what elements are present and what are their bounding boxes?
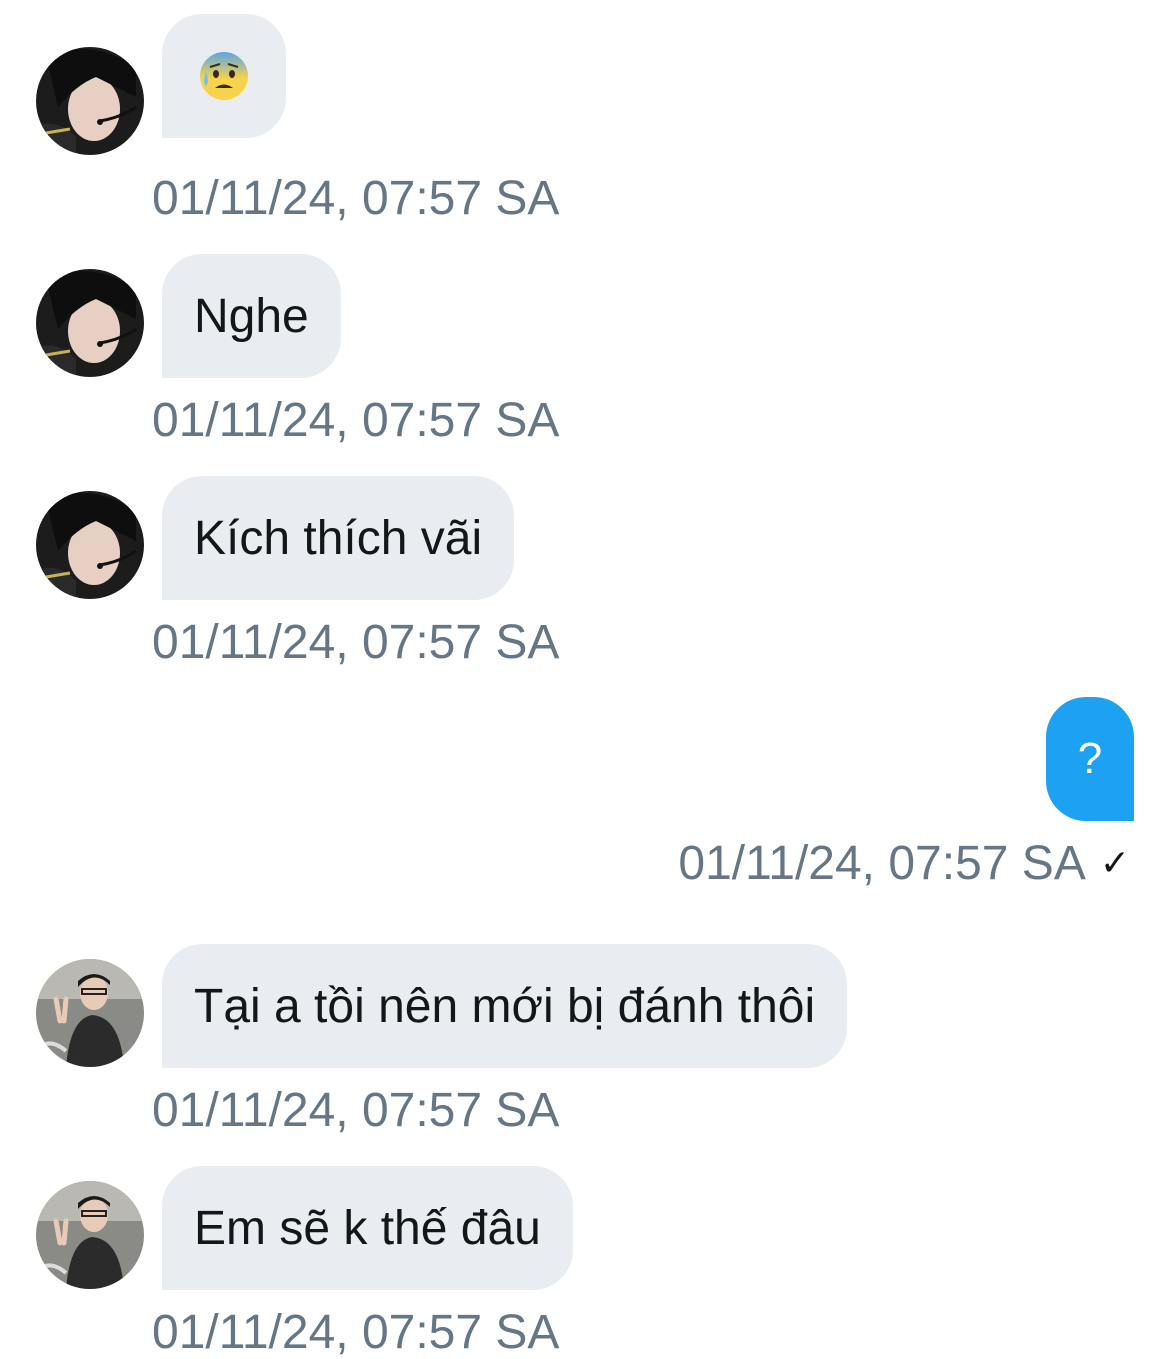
message-timestamp: 01/11/24, 07:57 SA: [152, 1084, 560, 1137]
message-text: Em sẽ k thế đâu: [194, 1201, 541, 1255]
message-timestamp: 01/11/24, 07:57 SA: [152, 172, 560, 225]
message-text: Kích thích vãi: [194, 511, 483, 565]
message-timestamp: 01/11/24, 07:57 SA: [152, 1306, 560, 1359]
sender-avatar[interactable]: [36, 47, 144, 155]
message-bubble[interactable]: Em sẽ k thế đâu: [162, 1166, 573, 1290]
message-text: Tại a tồi nên mới bị đánh thôi: [194, 979, 816, 1033]
message-text: ?: [1077, 734, 1103, 783]
outgoing-message-meta: 01/11/24, 07:57 SA ✓: [678, 840, 1130, 888]
avatar-image: [36, 269, 144, 377]
message-bubble[interactable]: Tại a tồi nên mới bị đánh thôi: [162, 944, 848, 1068]
outgoing-message-bubble[interactable]: ?: [1046, 697, 1134, 821]
message-timestamp: 01/11/24, 07:57 SA: [678, 837, 1086, 890]
sender-avatar[interactable]: [36, 1181, 144, 1289]
avatar-image: [36, 47, 144, 155]
message-bubble[interactable]: Nghe: [162, 254, 341, 378]
anxious-face-with-sweat-icon: [198, 50, 250, 102]
message-timestamp: 01/11/24, 07:57 SA: [152, 616, 560, 669]
message-bubble[interactable]: [162, 14, 286, 138]
sender-avatar[interactable]: [36, 491, 144, 599]
message-text: Nghe: [194, 289, 309, 343]
avatar-image: [36, 491, 144, 599]
message-timestamp: 01/11/24, 07:57 SA: [152, 394, 560, 447]
sender-avatar[interactable]: [36, 959, 144, 1067]
sender-avatar[interactable]: [36, 269, 144, 377]
sent-check-icon: ✓: [1099, 843, 1130, 884]
avatar-image: [36, 1181, 144, 1289]
message-bubble[interactable]: Kích thích vãi: [162, 476, 515, 600]
avatar-image: [36, 959, 144, 1067]
message-thread: 01/11/24, 07:57 SA Nghe 01/11/24, 07:57 …: [0, 0, 1170, 1359]
